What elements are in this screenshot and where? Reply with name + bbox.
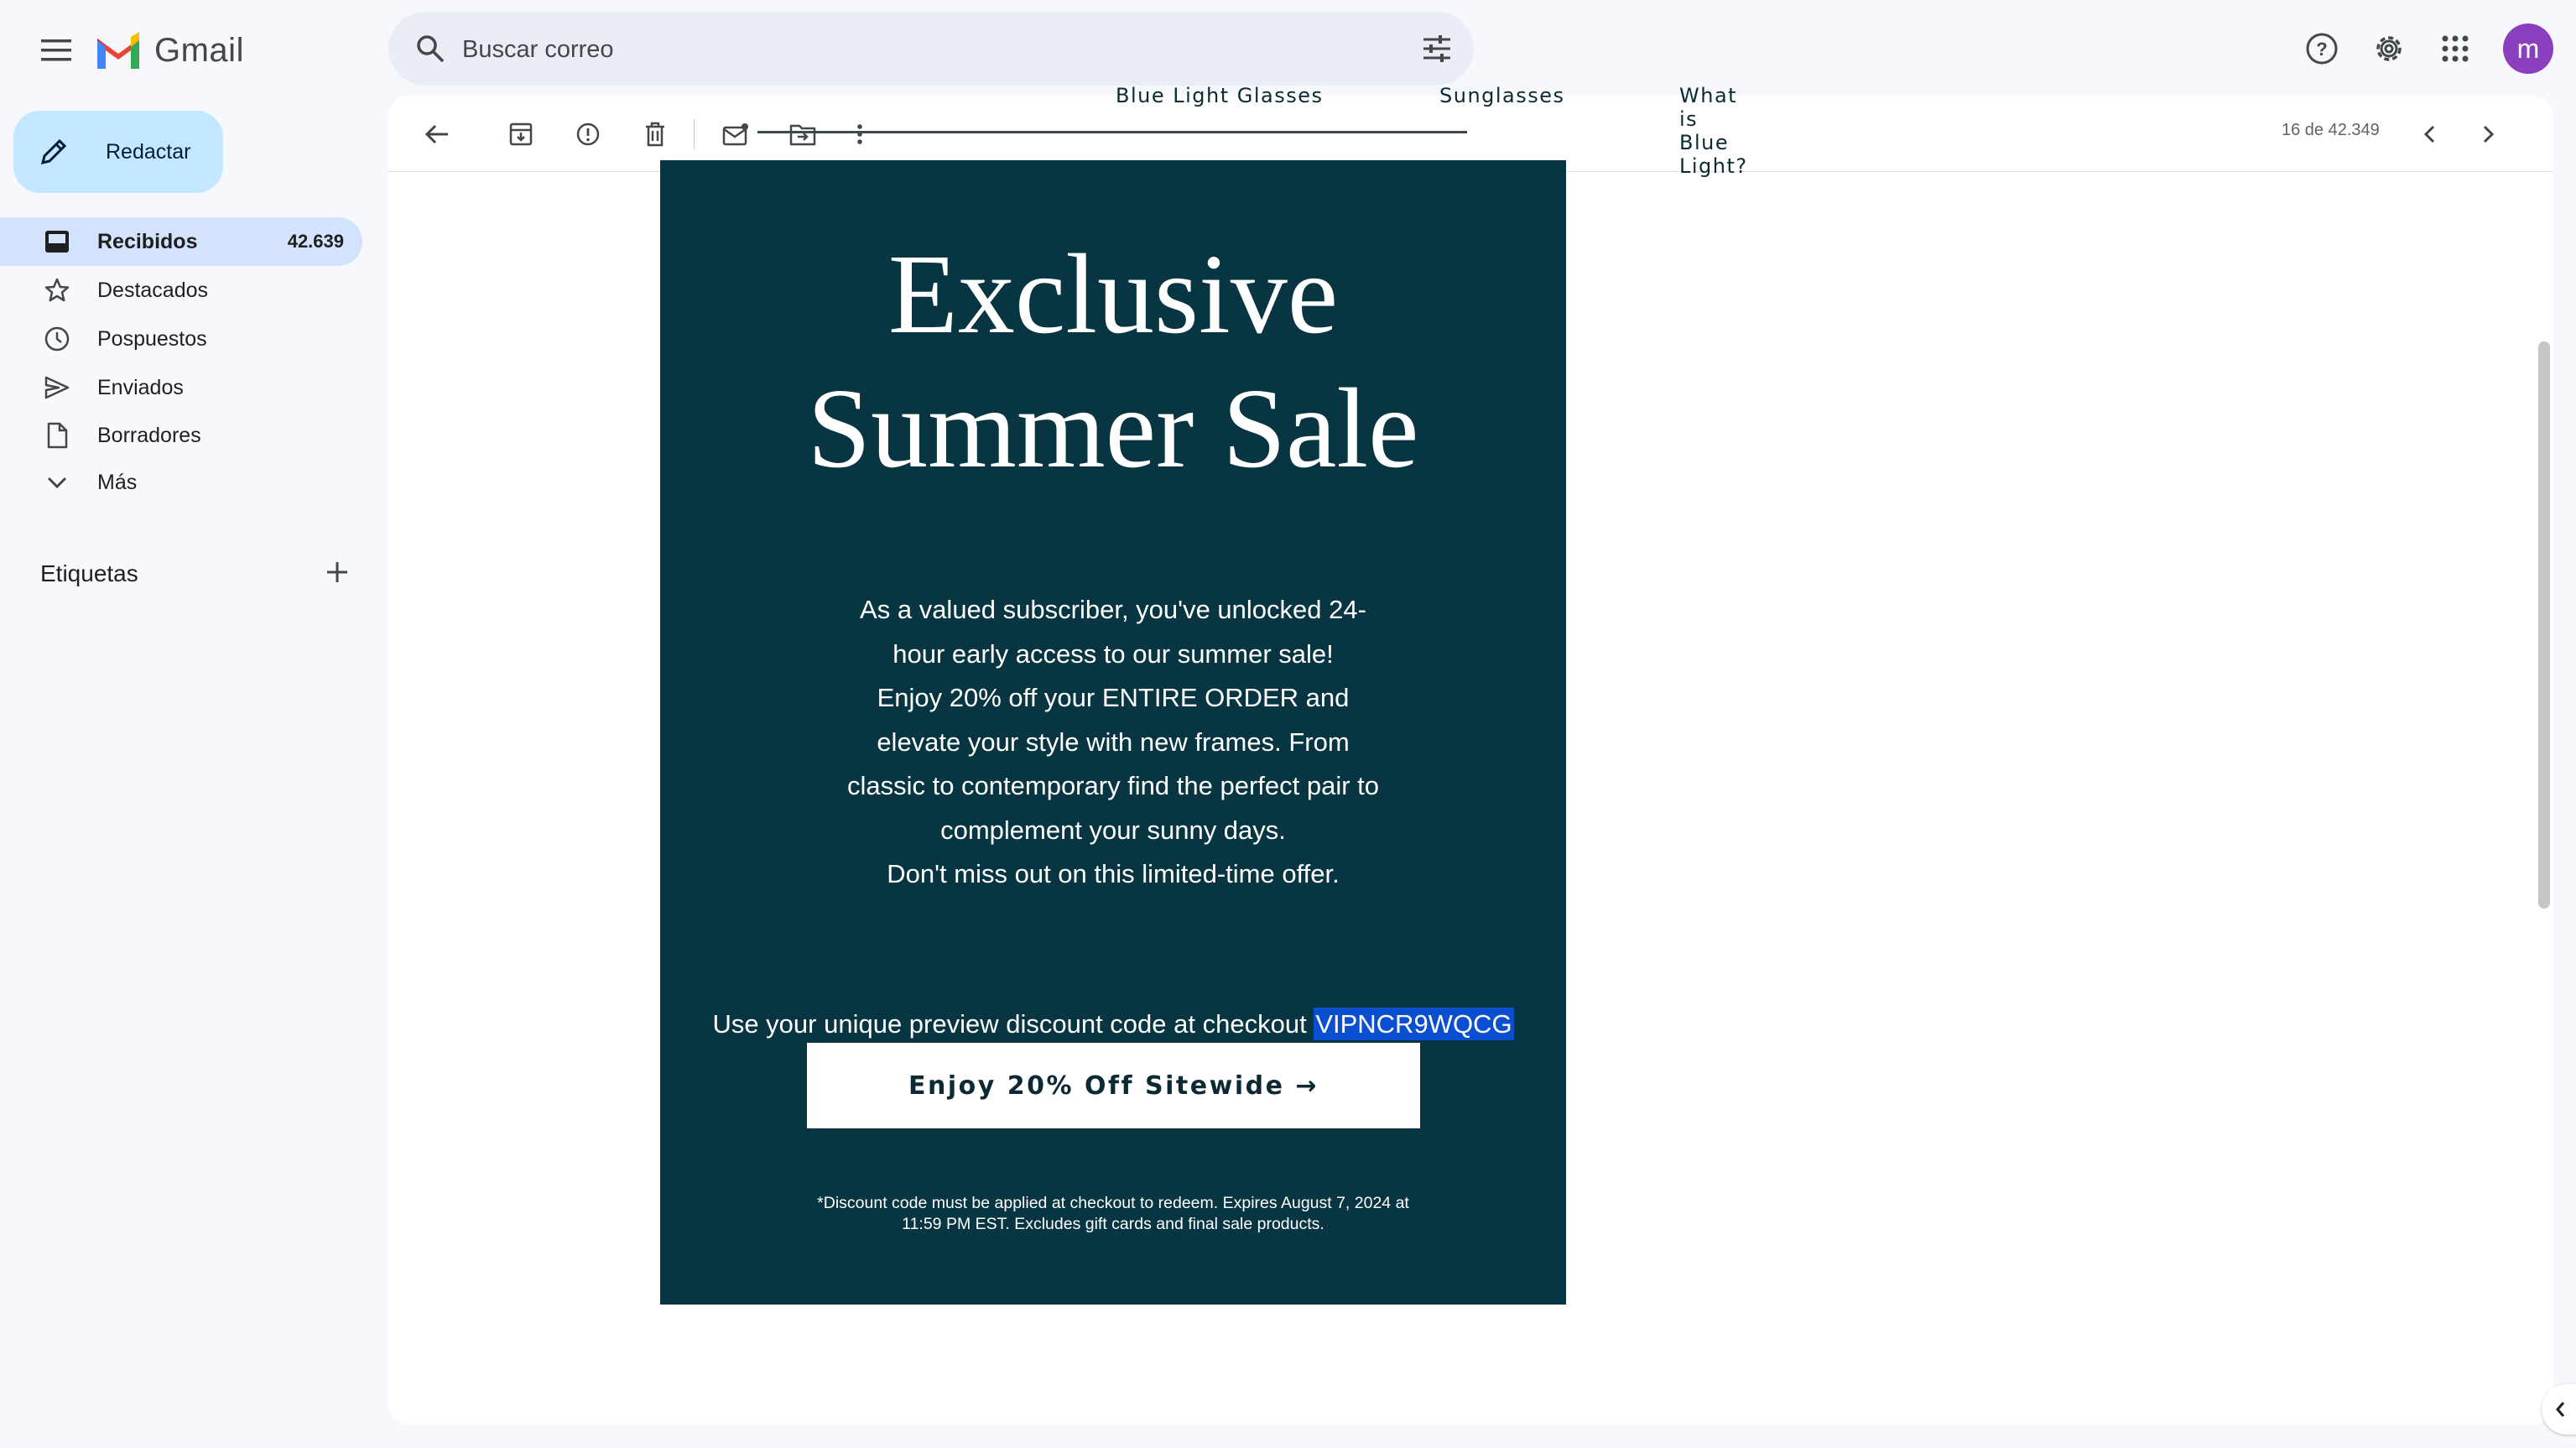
main-menu-button[interactable] — [23, 23, 89, 77]
clock-icon — [40, 322, 74, 356]
sidebar-item-more[interactable]: Más — [0, 458, 362, 507]
archive-icon[interactable] — [497, 111, 544, 158]
discount-code-prefix: Use your unique preview discount code at… — [712, 1009, 1314, 1039]
send-icon — [40, 371, 74, 404]
disclaimer-line: *Discount code must be applied at checko… — [817, 1194, 1409, 1212]
compose-button[interactable]: Redactar — [13, 111, 223, 193]
email-nav-divider — [757, 131, 1467, 133]
body-line: As a valued subscriber, you've unlocked … — [860, 595, 1366, 624]
sidebar-item-sent[interactable]: Enviados — [0, 363, 362, 412]
body-line: Don't miss out on this limited-time offe… — [887, 859, 1340, 888]
chevron-left-icon — [2554, 1400, 2566, 1419]
disclaimer-line: 11:59 PM EST. Excludes gift cards and fi… — [902, 1215, 1324, 1233]
body-line: hour early access to our summer sale! — [892, 638, 1334, 669]
sidebar-item-label: Pospuestos — [97, 326, 207, 351]
promo-disclaimer: *Discount code must be applied at checko… — [778, 1193, 1449, 1235]
body-line: elevate your style with new frames. From — [877, 727, 1350, 757]
sidebar-item-label: Más — [97, 470, 138, 494]
promo-banner: Exclusive Summer Sale As a valued subscr… — [660, 160, 1566, 1305]
search-input[interactable] — [454, 23, 1303, 76]
chevron-right-icon[interactable] — [2465, 111, 2512, 158]
headline-line: Summer Sale — [807, 366, 1419, 492]
body-line: complement your sunny days. — [940, 815, 1286, 845]
account-avatar[interactable]: m — [2503, 23, 2553, 74]
email-navigation: Blue Light Glasses Sunglasses What is Bl… — [641, 74, 1746, 178]
unread-count: 42.639 — [287, 231, 344, 252]
labels-heading: Etiquetas — [40, 560, 138, 586]
cta-button[interactable]: Enjoy 20% Off Sitewide → — [807, 1043, 1420, 1128]
star-icon — [40, 273, 74, 307]
promo-body: As a valued subscriber, you've unlocked … — [778, 588, 1449, 897]
discount-code-line: Use your unique preview discount code at… — [660, 1008, 1566, 1040]
sidebar-item-label: Enviados — [97, 375, 184, 399]
promo-headline: Exclusive Summer Sale — [660, 227, 1566, 496]
hamburger-menu-icon — [40, 38, 72, 63]
sidebar-item-drafts[interactable]: Borradores — [0, 411, 362, 460]
report-spam-icon[interactable] — [565, 111, 611, 158]
sidebar-item-inbox[interactable]: Recibidos 42.639 — [0, 217, 362, 266]
sidebar-item-label: Borradores — [97, 423, 201, 447]
headline-line: Exclusive — [887, 232, 1339, 357]
email-nav-link-blue-light-glasses[interactable]: Blue Light Glasses — [1116, 84, 1324, 107]
search-icon[interactable] — [405, 23, 455, 74]
pencil-icon — [37, 135, 70, 169]
back-arrow-icon[interactable] — [414, 111, 461, 158]
gmail-m-icon — [94, 32, 143, 69]
help-icon[interactable]: ? — [2297, 23, 2347, 74]
search-options-icon[interactable] — [1412, 23, 1462, 74]
email-nav-link-sunglasses[interactable]: Sunglasses — [1439, 84, 1565, 107]
inbox-icon — [40, 225, 74, 258]
gear-icon[interactable] — [2364, 23, 2414, 74]
email-nav-link-what-is-blue-light[interactable]: What is Blue Light? — [1679, 84, 1748, 178]
compose-label: Redactar — [106, 139, 191, 164]
sidebar-item-label: Destacados — [97, 278, 209, 302]
body-line: Enjoy 20% off your ENTIRE ORDER and — [877, 683, 1350, 712]
app-name: Gmail — [154, 31, 244, 69]
sidebar-item-label: Recibidos — [97, 229, 198, 253]
chevron-down-icon — [40, 466, 74, 499]
gmail-logo[interactable]: Gmail — [94, 25, 244, 76]
add-label-icon[interactable] — [319, 554, 356, 591]
body-line: classic to contemporary find the perfect… — [846, 771, 1380, 800]
chevron-left-icon[interactable] — [2406, 111, 2453, 158]
pagination-text: 16 de 42.349 — [2282, 121, 2380, 139]
discount-code[interactable]: VIPNCR9WQCG — [1314, 1008, 1514, 1040]
sidebar-item-starred[interactable]: Destacados — [0, 266, 362, 315]
sidebar-item-snoozed[interactable]: Pospuestos — [0, 315, 362, 363]
apps-grid-icon[interactable] — [2430, 23, 2480, 74]
draft-icon — [40, 419, 74, 452]
svg-text:?: ? — [2316, 39, 2327, 60]
scrollbar-thumb[interactable] — [2538, 341, 2550, 909]
